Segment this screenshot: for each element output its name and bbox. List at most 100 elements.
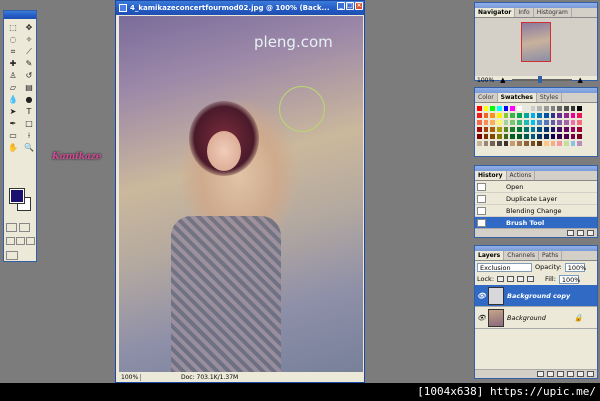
color-swatch[interactable] <box>576 119 583 126</box>
color-swatch[interactable] <box>496 119 503 126</box>
color-swatch[interactable] <box>576 126 583 133</box>
color-swatch[interactable] <box>482 105 490 112</box>
color-swatch[interactable] <box>556 140 563 147</box>
color-swatch[interactable] <box>529 126 537 133</box>
color-swatch[interactable] <box>476 105 483 112</box>
pen-tool-icon[interactable]: ✒ <box>6 118 20 129</box>
color-swatch[interactable] <box>576 133 583 140</box>
jump-to-imageready-icon[interactable] <box>6 251 18 260</box>
color-swatch[interactable] <box>542 126 550 133</box>
layer-row-background-copy[interactable]: 👁 Background copy <box>475 285 597 307</box>
color-swatch[interactable] <box>522 126 530 133</box>
new-layer-icon[interactable] <box>577 371 584 377</box>
color-swatch[interactable] <box>556 112 563 119</box>
color-swatch[interactable] <box>509 112 517 119</box>
color-swatch[interactable] <box>489 112 497 119</box>
blur-tool-icon[interactable]: 💧 <box>6 94 20 105</box>
color-swatch[interactable] <box>522 105 530 112</box>
tab-info[interactable]: Info <box>515 8 534 17</box>
notes-tool-icon[interactable]: ▭ <box>6 130 20 141</box>
color-swatch[interactable] <box>489 105 497 112</box>
marquee-tool-icon[interactable]: ⬚ <box>6 22 20 33</box>
eyedropper-tool-icon[interactable]: ⟊ <box>22 130 36 141</box>
clone-stamp-tool-icon[interactable]: ♙ <box>6 70 20 81</box>
upic-caption[interactable]: [1004x638] https://upic.me/ <box>417 385 596 398</box>
color-swatch[interactable] <box>536 119 543 126</box>
color-swatch[interactable] <box>556 105 563 112</box>
move-tool-icon[interactable]: ✥ <box>22 22 36 33</box>
color-swatch[interactable] <box>576 140 583 147</box>
standard-mode-icon[interactable] <box>6 223 17 232</box>
color-swatch[interactable] <box>482 126 490 133</box>
color-swatch[interactable] <box>509 140 517 147</box>
history-item[interactable]: Open <box>475 181 597 193</box>
layer-mask-icon[interactable] <box>547 371 554 377</box>
color-swatch[interactable] <box>536 105 543 112</box>
image-canvas[interactable]: pleng.com <box>119 16 363 373</box>
color-swatch[interactable] <box>536 126 543 133</box>
color-swatch[interactable] <box>482 133 490 140</box>
eraser-tool-icon[interactable]: ▱ <box>6 82 20 93</box>
color-swatch[interactable] <box>516 126 523 133</box>
color-swatch[interactable] <box>516 140 523 147</box>
new-snapshot-icon[interactable] <box>577 230 584 236</box>
lock-all-icon[interactable] <box>527 276 535 282</box>
color-swatch[interactable] <box>542 105 550 112</box>
hand-tool-icon[interactable]: ✋ <box>6 142 20 153</box>
color-swatch[interactable] <box>569 112 577 119</box>
color-swatch[interactable] <box>529 112 537 119</box>
color-swatch[interactable] <box>522 119 530 126</box>
color-swatch[interactable] <box>529 133 537 140</box>
tab-styles[interactable]: Styles <box>537 93 563 102</box>
shape-tool-icon[interactable]: □ <box>22 118 36 129</box>
foreground-color-swatch[interactable] <box>9 188 25 204</box>
layer-row-background[interactable]: 👁 Background 🔒 <box>475 307 597 329</box>
color-swatch[interactable] <box>529 105 537 112</box>
screen-mode-full-menu-icon[interactable] <box>16 237 25 245</box>
maximize-icon[interactable]: □ <box>346 2 354 10</box>
color-swatch[interactable] <box>502 140 510 147</box>
tab-actions[interactable]: Actions <box>507 171 536 180</box>
screen-mode-standard-icon[interactable] <box>6 237 15 245</box>
color-swatch[interactable] <box>509 126 517 133</box>
fill-input[interactable]: 100% <box>558 274 580 284</box>
color-swatch[interactable] <box>489 126 497 133</box>
color-swatch[interactable] <box>562 126 570 133</box>
healing-brush-tool-icon[interactable]: ✚ <box>6 58 20 69</box>
tab-navigator[interactable]: Navigator <box>475 8 516 17</box>
color-swatch[interactable] <box>476 133 483 140</box>
tab-history[interactable]: History <box>475 171 507 180</box>
tab-color[interactable]: Color <box>475 93 498 102</box>
document-titlebar[interactable]: 4_kamikazeconcertfourmod02.jpg @ 100% (B… <box>116 1 364 15</box>
color-swatch[interactable] <box>509 105 517 112</box>
color-swatch[interactable] <box>536 140 543 147</box>
color-swatch[interactable] <box>562 105 570 112</box>
lasso-tool-icon[interactable]: ◌ <box>6 34 20 45</box>
color-swatch[interactable] <box>482 112 490 119</box>
color-swatch[interactable] <box>522 133 530 140</box>
color-swatch[interactable] <box>516 112 523 119</box>
color-swatch[interactable] <box>536 133 543 140</box>
color-swatch[interactable] <box>542 140 550 147</box>
gradient-tool-icon[interactable]: ▤ <box>22 82 36 93</box>
color-swatch[interactable] <box>482 140 490 147</box>
color-swatch[interactable] <box>489 140 497 147</box>
color-swatch[interactable] <box>496 133 503 140</box>
type-tool-icon[interactable]: T <box>22 106 36 117</box>
history-brush-tool-icon[interactable]: ↺ <box>22 70 36 81</box>
delete-state-icon[interactable] <box>587 230 594 236</box>
color-swatch[interactable] <box>522 140 530 147</box>
history-item[interactable]: Blending Change <box>475 205 597 217</box>
path-selection-tool-icon[interactable]: ➤ <box>6 106 20 117</box>
delete-layer-icon[interactable] <box>587 371 594 377</box>
layer-style-icon[interactable] <box>537 371 544 377</box>
color-swatch[interactable] <box>522 112 530 119</box>
new-set-icon[interactable] <box>557 371 564 377</box>
color-swatch[interactable] <box>509 133 517 140</box>
color-swatch[interactable] <box>549 105 557 112</box>
color-swatch[interactable] <box>556 133 563 140</box>
color-swatch[interactable] <box>516 105 523 112</box>
color-swatch[interactable] <box>549 112 557 119</box>
color-swatch[interactable] <box>569 133 577 140</box>
quick-mask-mode-icon[interactable] <box>19 223 30 232</box>
